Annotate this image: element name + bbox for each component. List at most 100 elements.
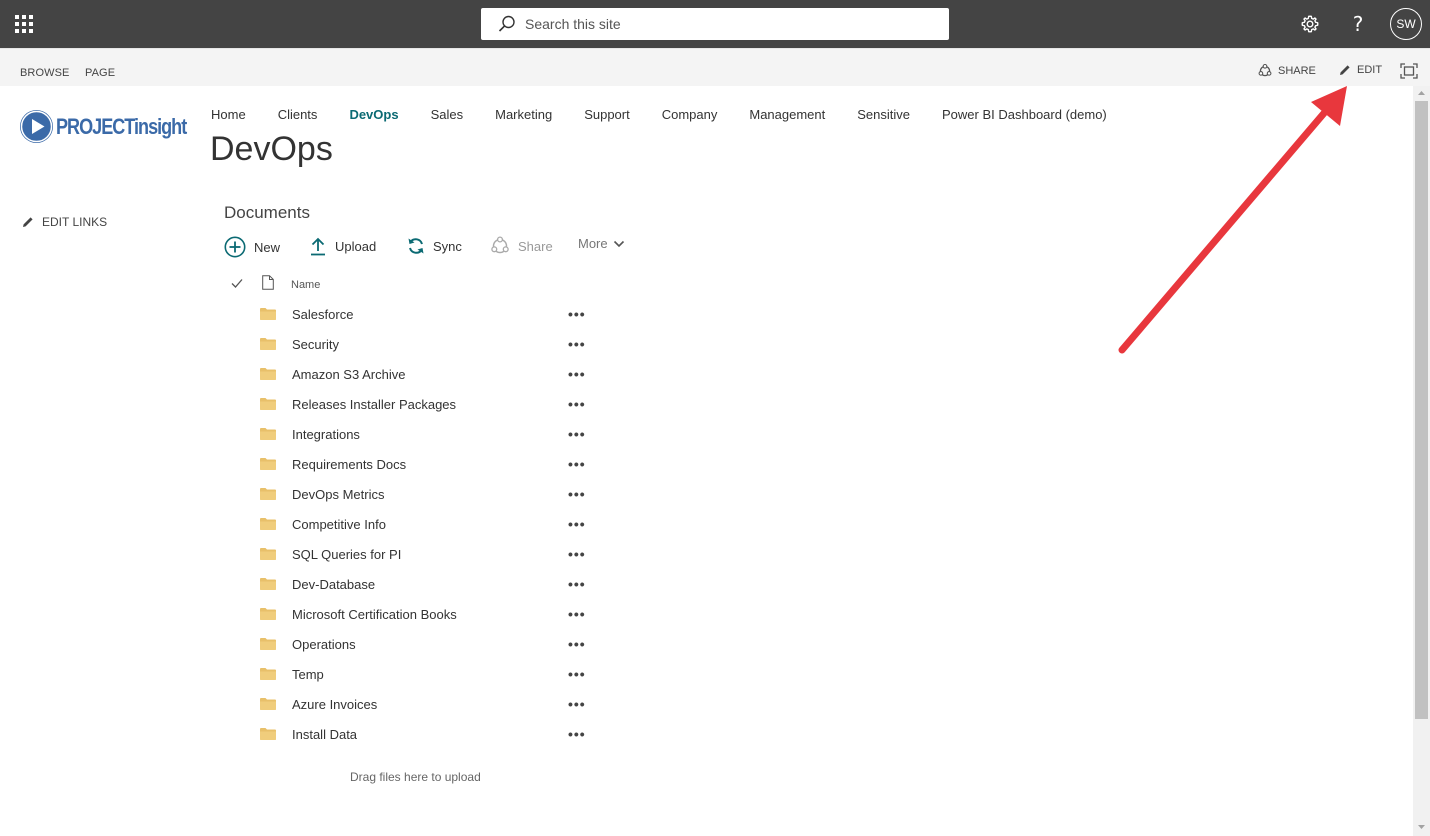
list-item[interactable]: Salesforce •••	[224, 299, 604, 329]
more-button[interactable]: More	[578, 236, 625, 251]
more-actions-ellipsis[interactable]: •••	[568, 666, 586, 682]
nav-sensitive[interactable]: Sensitive	[857, 107, 910, 122]
more-actions-ellipsis[interactable]: •••	[568, 456, 586, 472]
folder-icon	[260, 608, 276, 620]
edit-links-button[interactable]: EDIT LINKS	[22, 215, 107, 229]
folder-name[interactable]: Temp	[292, 667, 324, 682]
more-actions-ellipsis[interactable]: •••	[568, 366, 586, 382]
tab-page[interactable]: PAGE	[85, 67, 115, 79]
folder-name[interactable]: Azure Invoices	[292, 697, 377, 712]
nav-clients[interactable]: Clients	[278, 107, 318, 122]
folder-name[interactable]: Integrations	[292, 427, 360, 442]
more-actions-ellipsis[interactable]: •••	[568, 576, 586, 592]
more-actions-ellipsis[interactable]: •••	[568, 396, 586, 412]
nav-home[interactable]: Home	[211, 107, 246, 122]
suite-bar: Search this site ? SW	[0, 0, 1430, 48]
nav-devops[interactable]: DevOps	[349, 107, 398, 122]
app-launcher-button[interactable]	[0, 0, 48, 48]
focus-icon	[1400, 63, 1418, 79]
folder-icon	[260, 428, 276, 440]
more-actions-ellipsis[interactable]: •••	[568, 516, 586, 532]
list-item[interactable]: Microsoft Certification Books •••	[224, 599, 604, 629]
avatar[interactable]: SW	[1390, 8, 1422, 40]
search-input[interactable]: Search this site	[525, 16, 621, 32]
folder-name[interactable]: SQL Queries for PI	[292, 547, 401, 562]
list-item[interactable]: Competitive Info •••	[224, 509, 604, 539]
focus-mode-button[interactable]	[1400, 63, 1418, 79]
folder-name[interactable]: Requirements Docs	[292, 457, 406, 472]
folder-name[interactable]: Salesforce	[292, 307, 353, 322]
tab-browse[interactable]: BROWSE	[20, 67, 70, 79]
share-documents-button[interactable]: Share	[490, 236, 553, 256]
folder-icon	[260, 488, 276, 500]
upload-button[interactable]: Upload	[309, 236, 376, 256]
list-item[interactable]: Releases Installer Packages •••	[224, 389, 604, 419]
list-item[interactable]: Operations •••	[224, 629, 604, 659]
more-actions-ellipsis[interactable]: •••	[568, 486, 586, 502]
sync-button[interactable]: Sync	[407, 236, 462, 256]
nav-power-bi-dashboard[interactable]: Power BI Dashboard (demo)	[942, 107, 1107, 122]
site-logo[interactable]: PROJECTinsight	[20, 110, 215, 143]
scroll-up-arrow-icon[interactable]	[1413, 86, 1430, 100]
more-actions-ellipsis[interactable]: •••	[568, 306, 586, 322]
share-button[interactable]: SHARE	[1258, 64, 1316, 78]
search-icon	[498, 15, 515, 32]
more-actions-ellipsis[interactable]: •••	[568, 606, 586, 622]
more-actions-ellipsis[interactable]: •••	[568, 426, 586, 442]
list-item[interactable]: Integrations •••	[224, 419, 604, 449]
drag-upload-hint: Drag files here to upload	[350, 770, 481, 784]
list-item[interactable]: Security •••	[224, 329, 604, 359]
folder-name[interactable]: Operations	[292, 637, 356, 652]
settings-button[interactable]	[1294, 8, 1326, 40]
nav-company[interactable]: Company	[662, 107, 718, 122]
folder-icon	[260, 458, 276, 470]
logo-text-part1: PROJECT	[56, 113, 135, 139]
select-all-checkmark-icon[interactable]	[230, 276, 244, 290]
list-item[interactable]: DevOps Metrics •••	[224, 479, 604, 509]
nav-support[interactable]: Support	[584, 107, 630, 122]
more-actions-ellipsis[interactable]: •••	[568, 726, 586, 742]
upload-icon	[311, 237, 325, 256]
more-actions-ellipsis[interactable]: •••	[568, 696, 586, 712]
new-button[interactable]: New	[224, 236, 280, 258]
folder-name[interactable]: Amazon S3 Archive	[292, 367, 405, 382]
search-box[interactable]: Search this site	[481, 8, 949, 40]
list-item[interactable]: Requirements Docs •••	[224, 449, 604, 479]
folder-name[interactable]: Install Data	[292, 727, 357, 742]
scrollbar-thumb[interactable]	[1415, 101, 1428, 719]
page-title: DevOps	[210, 130, 333, 168]
folder-name[interactable]: Security	[292, 337, 339, 352]
sync-icon	[408, 238, 424, 254]
list-item[interactable]: Azure Invoices •••	[224, 689, 604, 719]
documents-title[interactable]: Documents	[224, 203, 310, 223]
list-item[interactable]: Amazon S3 Archive •••	[224, 359, 604, 389]
folder-icon	[260, 308, 276, 320]
edit-label: EDIT	[1357, 64, 1383, 76]
list-header: Name	[224, 274, 604, 296]
folder-name[interactable]: Releases Installer Packages	[292, 397, 456, 412]
folder-name[interactable]: DevOps Metrics	[292, 487, 384, 502]
help-button[interactable]: ?	[1342, 8, 1374, 40]
play-icon	[20, 110, 53, 143]
folder-name[interactable]: Competitive Info	[292, 517, 386, 532]
column-header-name[interactable]: Name	[291, 279, 320, 291]
folder-name[interactable]: Dev-Database	[292, 577, 375, 592]
folder-icon	[260, 578, 276, 590]
more-label: More	[578, 236, 608, 251]
more-actions-ellipsis[interactable]: •••	[568, 546, 586, 562]
list-item[interactable]: Dev-Database •••	[224, 569, 604, 599]
more-actions-ellipsis[interactable]: •••	[568, 636, 586, 652]
more-actions-ellipsis[interactable]: •••	[568, 336, 586, 352]
scroll-down-arrow-icon[interactable]	[1413, 820, 1430, 834]
folder-name[interactable]: Microsoft Certification Books	[292, 607, 457, 622]
list-item[interactable]: Temp •••	[224, 659, 604, 689]
nav-sales[interactable]: Sales	[431, 107, 464, 122]
nav-marketing[interactable]: Marketing	[495, 107, 552, 122]
pencil-icon	[1340, 65, 1350, 75]
list-item[interactable]: SQL Queries for PI •••	[224, 539, 604, 569]
folder-icon	[260, 698, 276, 710]
edit-page-button[interactable]: EDIT	[1339, 64, 1382, 76]
list-item[interactable]: Install Data •••	[224, 719, 604, 749]
logo-text: PROJECTinsight	[56, 113, 187, 140]
nav-management[interactable]: Management	[749, 107, 825, 122]
